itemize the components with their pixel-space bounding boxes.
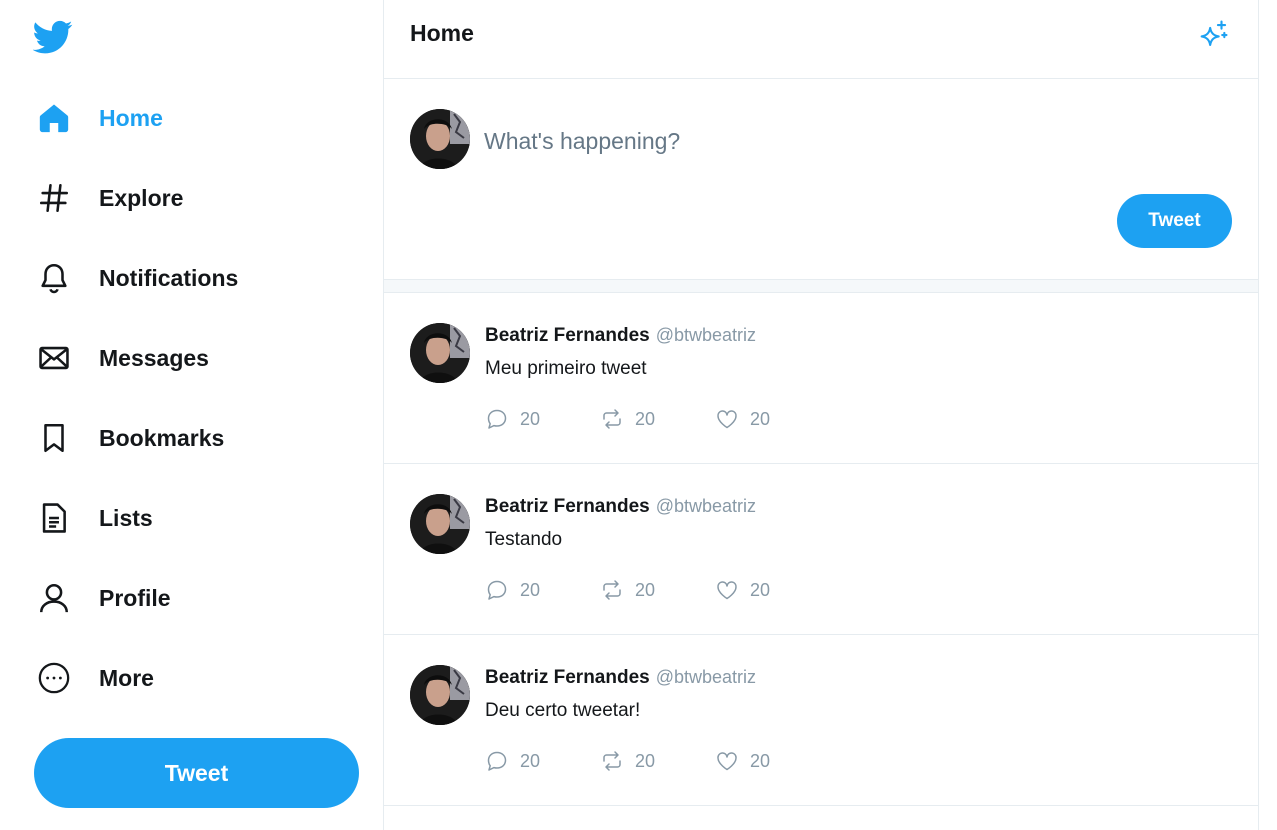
sidebar-item-messages[interactable]: Messages [34, 336, 209, 380]
retweet-icon [603, 409, 621, 429]
sidebar-item-label: Notifications [99, 264, 239, 291]
sidebar: Home Explore Notifications Messages Book [0, 0, 384, 830]
twitter-bird-icon[interactable] [32, 17, 73, 57]
main-timeline: Home Tweet [384, 0, 1259, 830]
compose-tweet-button[interactable]: Tweet [1117, 194, 1232, 248]
retweet-button[interactable]: 20 [600, 407, 715, 431]
tweet-actions: 20 20 20 [485, 749, 830, 773]
sparkle-icon[interactable] [1196, 18, 1230, 52]
like-button[interactable]: 20 [715, 407, 830, 431]
tweet-actions: 20 20 20 [485, 578, 830, 602]
like-button[interactable]: 20 [715, 749, 830, 773]
sidebar-item-label: More [99, 664, 154, 691]
tweet-header: Beatriz Fernandes @btwbeatriz [485, 325, 756, 347]
sidebar-item-notifications[interactable]: Notifications [34, 256, 238, 300]
sidebar-item-home[interactable]: Home [34, 96, 163, 140]
retweet-count: 20 [635, 750, 656, 771]
hashtag-icon [34, 178, 74, 218]
page-title: Home [410, 20, 474, 46]
like-count: 20 [750, 750, 771, 771]
sidebar-item-profile[interactable]: Profile [34, 576, 171, 620]
author-handle[interactable]: @btwbeatriz [656, 325, 756, 346]
retweet-icon [603, 580, 621, 600]
more-icon [34, 658, 74, 698]
tweet-text: Testando [485, 529, 563, 550]
list-icon [34, 498, 74, 538]
sidebar-item-label: Bookmarks [99, 424, 225, 451]
tweet-item[interactable]: Beatriz Fernandes @btwbeatriz Testando 2… [384, 464, 1258, 635]
avatar[interactable] [410, 323, 470, 383]
sidebar-item-label: Profile [99, 584, 171, 611]
reply-icon [487, 580, 507, 600]
heart-icon [717, 752, 737, 771]
timeline-header: Home [384, 0, 1258, 79]
reply-button[interactable]: 20 [485, 578, 600, 602]
sidebar-item-explore[interactable]: Explore [34, 176, 183, 220]
like-button[interactable]: 20 [715, 578, 830, 602]
reply-count: 20 [520, 579, 541, 600]
author-name[interactable]: Beatriz Fernandes [485, 496, 650, 518]
tweet-actions: 20 20 20 [485, 407, 830, 431]
sidebar-item-label: Lists [99, 504, 153, 531]
reply-icon [487, 409, 507, 429]
section-divider [384, 279, 1258, 293]
user-icon [34, 578, 74, 618]
retweet-count: 20 [635, 408, 656, 429]
tweet-feed: Beatriz Fernandes @btwbeatriz Meu primei… [384, 293, 1258, 806]
tweet-item[interactable]: Beatriz Fernandes @btwbeatriz Meu primei… [384, 293, 1258, 464]
sidebar-item-label: Explore [99, 184, 184, 211]
tweet-header: Beatriz Fernandes @btwbeatriz [485, 496, 756, 518]
reply-button[interactable]: 20 [485, 407, 600, 431]
bell-icon [34, 258, 74, 298]
heart-icon [717, 410, 737, 429]
tweet-text: Deu certo tweetar! [485, 700, 641, 721]
tweet-text: Meu primeiro tweet [485, 358, 647, 379]
sidebar-item-bookmarks[interactable]: Bookmarks [34, 416, 224, 460]
sidebar-item-label: Home [99, 104, 163, 131]
bookmark-icon [34, 418, 74, 458]
heart-icon [717, 581, 737, 600]
retweet-count: 20 [635, 579, 656, 600]
retweet-button[interactable]: 20 [600, 749, 715, 773]
sidebar-item-lists[interactable]: Lists [34, 496, 153, 540]
sidebar-item-label: Messages [99, 344, 209, 371]
author-name[interactable]: Beatriz Fernandes [485, 667, 650, 689]
sidebar-tweet-button[interactable]: Tweet [34, 738, 359, 808]
sidebar-item-more[interactable]: More [34, 656, 154, 700]
like-count: 20 [750, 579, 771, 600]
compose-input[interactable] [484, 124, 1184, 158]
tweet-header: Beatriz Fernandes @btwbeatriz [485, 667, 756, 689]
avatar[interactable] [410, 665, 470, 725]
reply-icon [487, 751, 507, 771]
reply-count: 20 [520, 750, 541, 771]
reply-button[interactable]: 20 [485, 749, 600, 773]
reply-count: 20 [520, 408, 541, 429]
retweet-button[interactable]: 20 [600, 578, 715, 602]
like-count: 20 [750, 408, 771, 429]
envelope-icon [34, 338, 74, 378]
tweet-item[interactable]: Beatriz Fernandes @btwbeatriz Deu certo … [384, 635, 1258, 806]
author-handle[interactable]: @btwbeatriz [656, 667, 756, 688]
tweet-composer: Tweet [384, 79, 1258, 279]
author-handle[interactable]: @btwbeatriz [656, 496, 756, 517]
avatar[interactable] [410, 494, 470, 554]
author-name[interactable]: Beatriz Fernandes [485, 325, 650, 347]
retweet-icon [603, 751, 621, 771]
home-icon [34, 98, 74, 138]
avatar[interactable] [410, 109, 470, 169]
